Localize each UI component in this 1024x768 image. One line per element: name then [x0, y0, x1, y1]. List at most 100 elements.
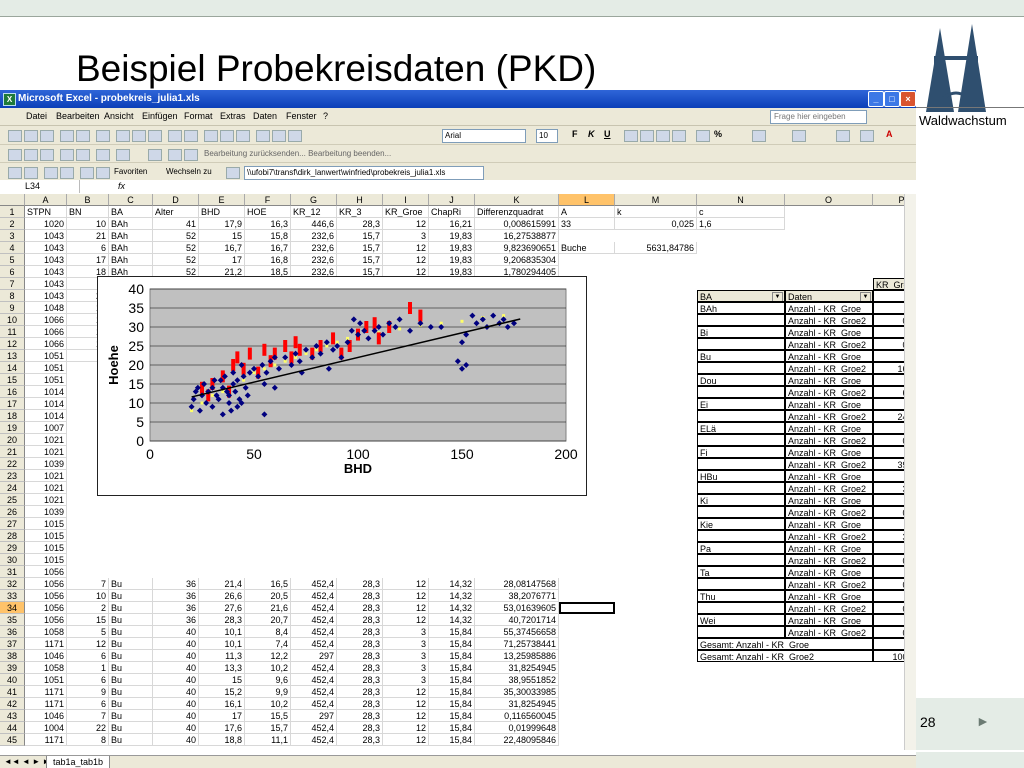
open-icon[interactable]	[24, 130, 38, 142]
table-cell[interactable]: 28,3	[337, 674, 383, 686]
row-header[interactable]: 21	[0, 446, 25, 458]
table-cell[interactable]: 1015	[25, 518, 67, 530]
pivot-data-label[interactable]: Anzahl - KR_Groe2	[785, 434, 873, 446]
pivot-data-label[interactable]: Anzahl - KR_Groe2	[785, 578, 873, 590]
table-cell[interactable]: 15,7	[337, 242, 383, 254]
row-header[interactable]: 39	[0, 662, 25, 674]
row-header[interactable]: 29	[0, 542, 25, 554]
table-cell[interactable]: 40,7201714	[475, 614, 559, 626]
row-header[interactable]: 15	[0, 374, 25, 386]
table-cell[interactable]: 16,7	[199, 242, 245, 254]
table-cell[interactable]: 12	[383, 602, 429, 614]
review-icon[interactable]	[168, 149, 182, 161]
close-button[interactable]: ×	[900, 91, 916, 107]
table-cell[interactable]: 1043	[25, 230, 67, 242]
table-cell[interactable]: 28,3	[337, 614, 383, 626]
table-cell[interactable]: 10,2	[245, 662, 291, 674]
table-cell[interactable]: 452,4	[291, 638, 337, 650]
row-header[interactable]: 26	[0, 506, 25, 518]
table-cell[interactable]: 2	[67, 602, 109, 614]
row-header[interactable]: 6	[0, 266, 25, 278]
table-cell[interactable]: 1021	[25, 446, 67, 458]
row-header[interactable]: 28	[0, 530, 25, 542]
search-icon[interactable]	[96, 167, 110, 179]
help-search-input[interactable]: Frage hier eingeben	[770, 110, 867, 124]
italic-button[interactable]: K	[588, 129, 595, 139]
pivot-row-label[interactable]	[697, 386, 785, 398]
table-cell[interactable]: 18,8	[199, 734, 245, 746]
table-cell[interactable]: 11,1	[245, 734, 291, 746]
table-cell[interactable]: Bu	[109, 710, 153, 722]
header-cell[interactable]: STPN	[25, 206, 67, 218]
table-cell[interactable]: Bu	[109, 626, 153, 638]
table-cell[interactable]: 15,84	[429, 626, 475, 638]
menu-item-help[interactable]: ?	[323, 111, 328, 121]
pivot-row-label[interactable]: BAh	[697, 302, 785, 314]
pivot-data-label[interactable]: Anzahl - KR_Groe	[785, 470, 873, 482]
column-header-h[interactable]: H	[337, 194, 383, 206]
zoom-icon[interactable]	[272, 130, 286, 142]
pivot-data-label[interactable]: Anzahl - KR_Groe2	[785, 602, 873, 614]
table-cell[interactable]: 33	[559, 218, 615, 230]
table-cell[interactable]: 28,3	[337, 650, 383, 662]
table-cell[interactable]: 15	[199, 230, 245, 242]
autosum-icon[interactable]	[220, 130, 234, 142]
pivot-row-label[interactable]: Kie	[697, 518, 785, 530]
pivot-row-label[interactable]	[697, 578, 785, 590]
font-name-select[interactable]: Arial	[442, 129, 526, 143]
table-cell[interactable]: 232,6	[291, 242, 337, 254]
pivot-row-label[interactable]	[697, 362, 785, 374]
paste-icon[interactable]	[148, 130, 162, 142]
table-cell[interactable]: 22,48095846	[475, 734, 559, 746]
table-cell[interactable]: 20,5	[245, 590, 291, 602]
column-header-i[interactable]: I	[383, 194, 429, 206]
row-header[interactable]: 1	[0, 206, 25, 218]
pivot-data-label[interactable]: Anzahl - KR_Groe	[785, 398, 873, 410]
row-header[interactable]: 18	[0, 410, 25, 422]
table-cell[interactable]: 1004	[25, 722, 67, 734]
redo-icon[interactable]	[184, 130, 198, 142]
pivot-row-label[interactable]	[697, 458, 785, 470]
table-cell[interactable]: 28,3	[337, 686, 383, 698]
table-cell[interactable]: Buche	[559, 242, 615, 254]
table-cell[interactable]: 452,4	[291, 578, 337, 590]
review-text[interactable]: Bearbeitung zurücksenden... Bearbeitung …	[204, 149, 391, 158]
table-cell[interactable]: 9,6	[245, 674, 291, 686]
table-cell[interactable]: 15,5	[245, 710, 291, 722]
table-cell[interactable]: 55,37456658	[475, 626, 559, 638]
table-cell[interactable]: 1171	[25, 686, 67, 698]
table-cell[interactable]: 1046	[25, 650, 67, 662]
table-cell[interactable]: 13,25985886	[475, 650, 559, 662]
copy-icon[interactable]	[132, 130, 146, 142]
menu-item-format[interactable]: Format	[184, 111, 213, 121]
pivot-data-label[interactable]: Anzahl - KR_Groe	[785, 542, 873, 554]
table-cell[interactable]: 40	[153, 626, 199, 638]
table-cell[interactable]: 452,4	[291, 674, 337, 686]
table-cell[interactable]: 1171	[25, 698, 67, 710]
table-cell[interactable]: 3	[383, 230, 429, 242]
table-cell[interactable]: 15,84	[429, 650, 475, 662]
table-cell[interactable]: 11,3	[199, 650, 245, 662]
pivot-row-label[interactable]	[697, 338, 785, 350]
table-cell[interactable]: 15,84	[429, 638, 475, 650]
pivot-row-label[interactable]: Ei	[697, 398, 785, 410]
review-icon[interactable]	[60, 149, 74, 161]
table-cell[interactable]: 16,27538877	[475, 230, 559, 242]
table-cell[interactable]: Bu	[109, 602, 153, 614]
table-cell[interactable]: 1171	[25, 638, 67, 650]
row-header[interactable]: 14	[0, 362, 25, 374]
row-header[interactable]: 35	[0, 614, 25, 626]
row-header[interactable]: 33	[0, 590, 25, 602]
dropdown-arrow-icon[interactable]: ▼	[772, 292, 783, 301]
table-cell[interactable]: 36	[153, 602, 199, 614]
table-cell[interactable]: 40	[153, 662, 199, 674]
pivot-row-label[interactable]	[697, 314, 785, 326]
table-cell[interactable]: 1043	[25, 254, 67, 266]
table-cell[interactable]: 14,32	[429, 602, 475, 614]
table-cell[interactable]: 40	[153, 722, 199, 734]
pivot-data-label[interactable]: Anzahl - KR_Groe	[785, 374, 873, 386]
header-cell[interactable]: HOE	[245, 206, 291, 218]
review-icon[interactable]	[116, 149, 130, 161]
pivot-row-label[interactable]: Ta	[697, 566, 785, 578]
table-cell[interactable]: 12,2	[245, 650, 291, 662]
